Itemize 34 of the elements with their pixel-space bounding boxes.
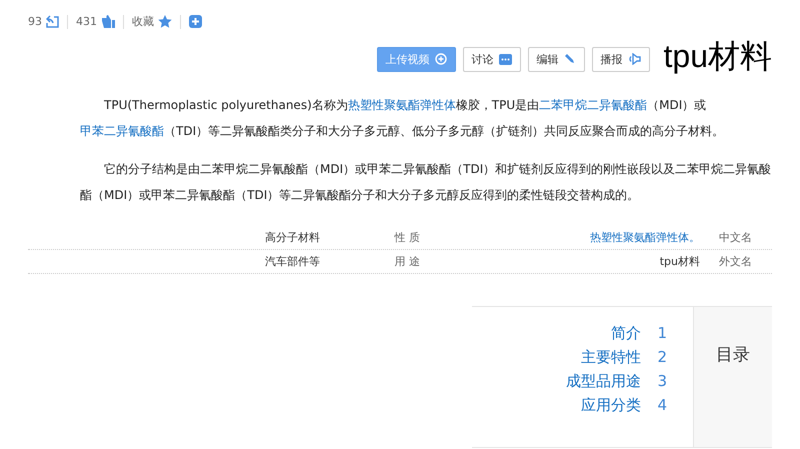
info-value: tpu材料 — [660, 254, 700, 269]
pencil-icon — [564, 53, 576, 65]
star-icon — [158, 15, 172, 28]
toc-title: 目录 — [716, 344, 750, 366]
share-icon — [46, 15, 59, 28]
discuss-button[interactable]: 讨论 — [462, 46, 521, 72]
info-label: 性 质 — [394, 230, 421, 245]
info-link[interactable]: 热塑性聚氨酯弹性体。 — [590, 230, 700, 245]
toc-item[interactable]: 应用分类 4 — [581, 396, 667, 415]
link[interactable]: 甲苯二异氰酸酯 — [80, 124, 164, 138]
edit-button[interactable]: 编辑 — [528, 46, 585, 72]
paragraph: 它的分子结构是由二苯甲烷二异氰酸酯（MDI）或甲苯二异氰酸酯（TDI）和扩链剂反应得到的刚性嵌段以及二苯甲烷二异氰酸酯（MDI）或甲苯二异氰酸酯（TDI）等二异氰酸酯分子和大分子多元醇反应得到的柔性链段交替构成的。 — [80, 161, 772, 204]
info-value: 高分子材料 — [265, 230, 320, 245]
info-label: 外文名 — [719, 254, 753, 269]
thumbs-up-icon — [101, 15, 115, 28]
toc-item[interactable]: 主要特性 2 — [581, 348, 667, 367]
link[interactable]: 二苯甲烷二异氰酸酯 — [539, 98, 648, 112]
chat-icon — [498, 54, 512, 64]
toc-item[interactable]: 成型品用途 3 — [566, 372, 667, 391]
link[interactable]: 热塑性聚氨酯弹性体 — [348, 98, 456, 112]
add-icon[interactable] — [189, 15, 202, 28]
upload-button[interactable]: 上传视频 — [376, 46, 456, 72]
speaker-icon — [628, 53, 641, 65]
share-button[interactable]: 93 — [28, 15, 59, 28]
toc-item[interactable]: 简介 1 — [611, 324, 667, 343]
info-label: 中文名 — [719, 230, 753, 245]
speak-button[interactable]: 播报 — [592, 46, 650, 72]
add-icon — [434, 53, 447, 65]
paragraph: TPU(Thermoplastic polyurethanes)名称为热塑性聚氨酯弹性体橡胶，TPU是由二苯甲烷二异氰酸酯（MDI）或 甲苯二异氰酸酯（TDI）等二异氰酸酯类分子和大分子多元醇、低分子多元醇（扩链剂）共同反应聚合而成的高分子材料。 — [80, 97, 726, 140]
like-button[interactable]: 431 — [76, 15, 115, 28]
info-label: 用 途 — [394, 254, 421, 269]
favorite-button[interactable]: 收藏 — [132, 14, 172, 29]
info-value: 汽车部件等 — [265, 254, 320, 269]
page-title: tpu材料 — [664, 37, 772, 76]
